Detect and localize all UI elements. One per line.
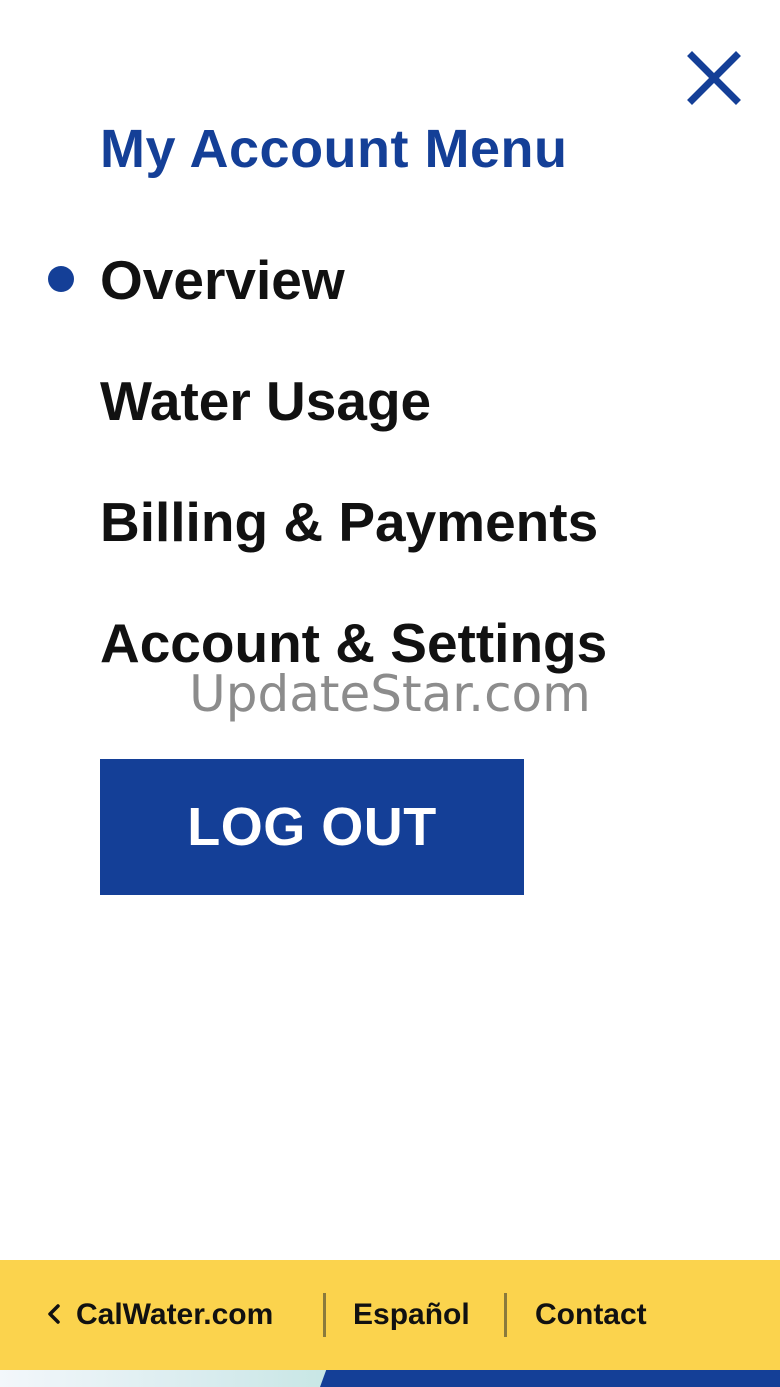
menu-item-label: Billing & Payments bbox=[100, 491, 599, 553]
footer-link-label: CalWater.com bbox=[76, 1298, 274, 1331]
close-menu-button[interactable] bbox=[686, 50, 742, 106]
footer-link-calwater[interactable]: CalWater.com bbox=[46, 1260, 273, 1370]
footer-separator bbox=[323, 1293, 326, 1337]
footer-link-label: Español bbox=[353, 1298, 470, 1331]
menu-item-label: Account & Settings bbox=[100, 612, 608, 674]
logout-button[interactable]: LOG OUT bbox=[100, 759, 524, 895]
menu-item-overview[interactable]: Overview bbox=[0, 240, 780, 361]
footer-link-espanol[interactable]: Español bbox=[353, 1260, 470, 1370]
menu-title: My Account Menu bbox=[100, 119, 568, 179]
strip-dark-segment bbox=[320, 1370, 780, 1387]
strip-light-segment bbox=[0, 1370, 340, 1387]
menu-item-account-settings[interactable]: Account & Settings bbox=[0, 603, 780, 724]
account-menu-list: Overview Water Usage Billing & Payments … bbox=[0, 240, 780, 724]
footer-separator bbox=[504, 1293, 507, 1337]
menu-item-billing-payments[interactable]: Billing & Payments bbox=[0, 482, 780, 603]
footer-link-contact[interactable]: Contact bbox=[535, 1260, 647, 1370]
chevron-left-icon bbox=[48, 1304, 60, 1324]
menu-item-label: Overview bbox=[100, 249, 345, 311]
menu-item-water-usage[interactable]: Water Usage bbox=[0, 361, 780, 482]
bottom-decorative-strip bbox=[0, 1370, 780, 1387]
active-indicator-dot bbox=[48, 266, 74, 292]
footer-link-label: Contact bbox=[535, 1298, 647, 1331]
close-icon bbox=[687, 51, 741, 105]
footer-bar: CalWater.com Español Contact bbox=[0, 1260, 780, 1370]
menu-item-label: Water Usage bbox=[100, 370, 432, 432]
